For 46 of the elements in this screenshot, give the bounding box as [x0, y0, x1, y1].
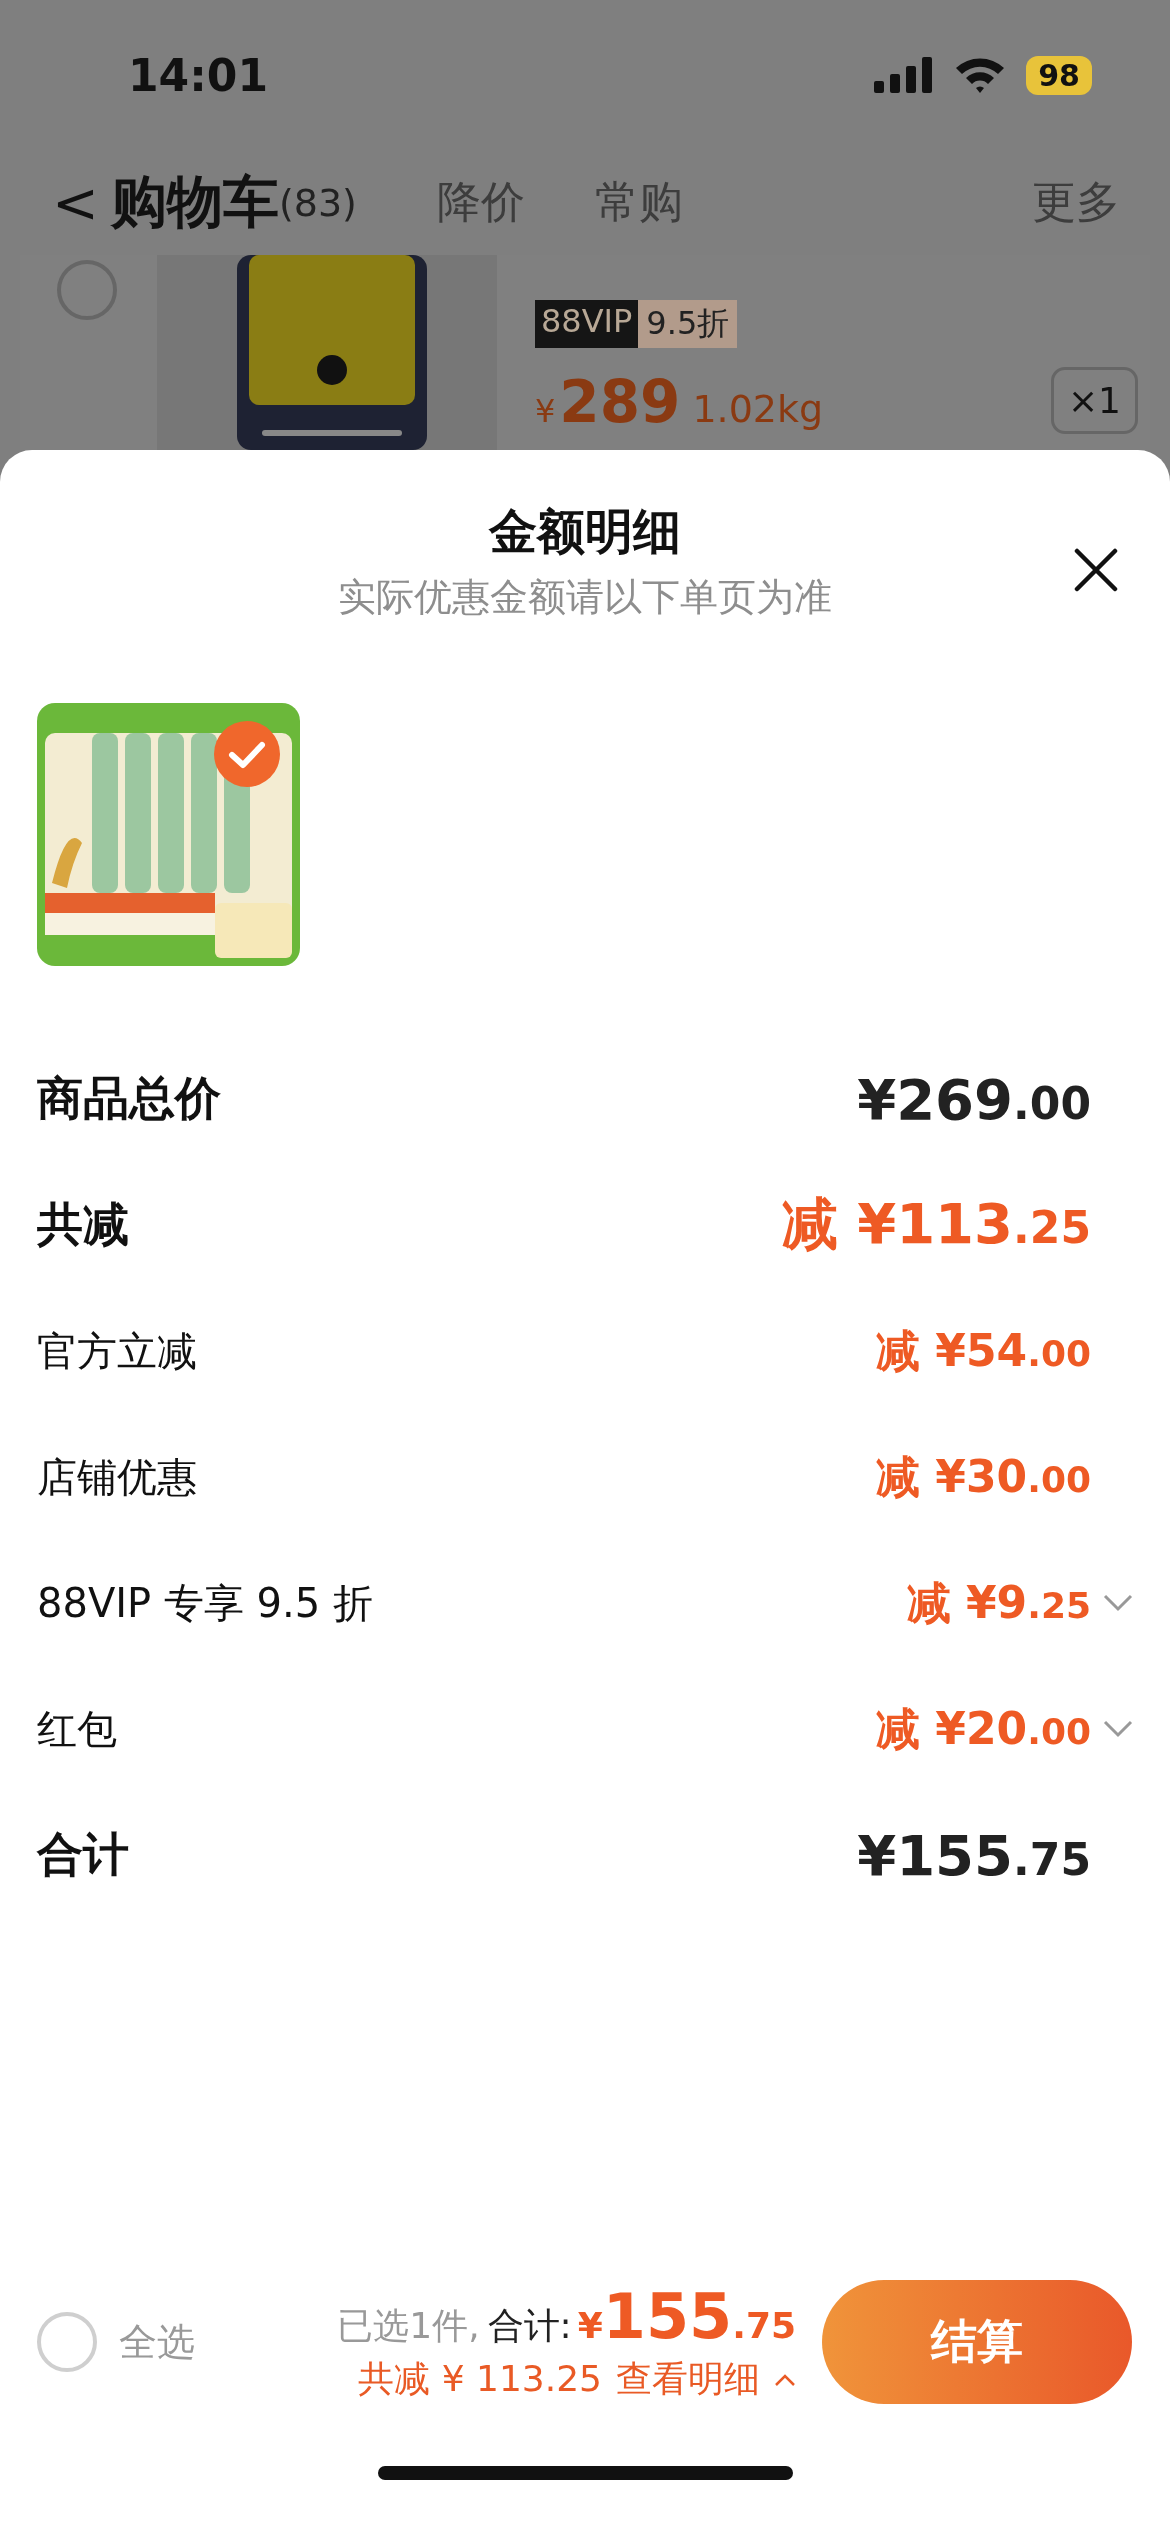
wifi-icon	[954, 56, 1007, 94]
row-amount: 减 ¥54.00	[876, 1323, 1091, 1378]
close-icon[interactable]	[1074, 548, 1118, 592]
item-weight: 1.02kg	[692, 387, 824, 431]
row-label: 合计	[37, 1826, 130, 1883]
currency-symbol: ¥	[535, 392, 556, 430]
chevron-down-icon[interactable]	[1103, 1720, 1133, 1738]
row-amount: ¥269.00	[857, 1066, 1091, 1132]
select-all-checkbox[interactable]	[37, 2312, 97, 2372]
row-label: 红包	[37, 1704, 118, 1754]
row-amount: 减 ¥20.00	[876, 1701, 1091, 1756]
row-amount: 减 ¥113.25	[781, 1190, 1091, 1258]
cart-count: (83)	[278, 180, 357, 225]
row-amount: ¥155.75	[857, 1822, 1091, 1888]
more-button[interactable]: 更多	[1032, 173, 1120, 232]
page-title: 购物车	[110, 167, 279, 236]
signal-icon	[874, 57, 935, 93]
item-checkbox[interactable]	[57, 260, 117, 320]
selected-count: 已选1件,	[337, 2304, 480, 2348]
row-amount: 减 ¥9.25	[906, 1575, 1091, 1630]
row-label: 88VIP 专享 9.5 折	[37, 1578, 374, 1628]
sheet-subtitle: 实际优惠金额请以下单页为准	[338, 574, 832, 621]
row-label: 商品总价	[37, 1070, 222, 1127]
total-label: 合计:	[487, 2304, 572, 2348]
chevron-up-icon[interactable]	[774, 2372, 796, 2387]
row-label: 官方立减	[37, 1326, 198, 1376]
select-all-label[interactable]: 全选	[119, 2316, 195, 2368]
nav-tab[interactable]: 降价	[436, 173, 525, 232]
item-price: 289	[559, 368, 681, 436]
chevron-down-icon[interactable]	[1103, 1594, 1133, 1612]
quantity-button[interactable]: ×1	[1050, 367, 1138, 434]
back-button[interactable]: <	[52, 170, 99, 235]
vip-tag: 88VIP	[535, 300, 639, 348]
row-amount: 减 ¥30.00	[876, 1449, 1091, 1504]
discount-tag: 9.5折	[638, 300, 738, 348]
sheet-title: 金额明细	[489, 502, 681, 561]
saving-text: 共减 ¥ 113.25	[358, 2357, 602, 2401]
row-label: 共减	[37, 1196, 130, 1253]
check-icon[interactable]	[214, 721, 280, 787]
row-label: 店铺优惠	[37, 1452, 198, 1502]
total-amount: ¥155.75	[577, 2280, 796, 2353]
checkout-button[interactable]: 结算	[822, 2280, 1132, 2404]
nav-tab[interactable]: 常购	[594, 173, 683, 232]
status-time: 14:01	[128, 49, 269, 101]
battery-indicator: 98	[1026, 55, 1092, 95]
details-link[interactable]: 查看明细	[616, 2355, 760, 2404]
